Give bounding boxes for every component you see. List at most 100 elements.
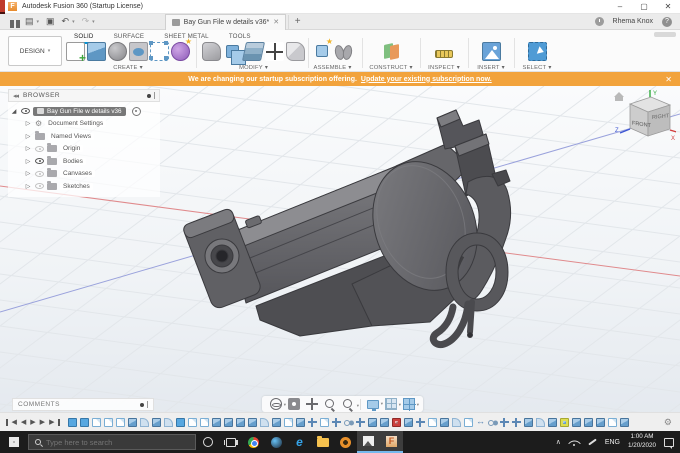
viewports-icon[interactable]: ▾ — [403, 398, 415, 410]
visibility-eye-icon[interactable] — [35, 146, 44, 152]
create-form-icon[interactable] — [171, 42, 190, 61]
tree-row-named-views[interactable]: ▷ Named Views — [10, 130, 160, 143]
timeline-marker-mv[interactable] — [416, 418, 425, 427]
tree-row-document-settings[interactable]: ▷ ⚙ Document Settings — [10, 118, 160, 131]
assemble-group-label[interactable]: ASSEMBLE▾ — [314, 65, 352, 71]
joint-icon[interactable] — [334, 42, 353, 61]
modify-group-label[interactable]: MODIFY▾ — [239, 65, 268, 71]
timeline-marker-fi[interactable] — [140, 418, 149, 427]
timeline-marker-sk[interactable] — [176, 418, 185, 427]
visibility-eye-icon[interactable] — [35, 183, 44, 189]
timeline-marker-pl[interactable] — [200, 418, 209, 427]
document-tab[interactable]: Bay Gun File w details v36* ✕ — [165, 14, 286, 30]
look-at-icon[interactable] — [288, 398, 300, 410]
collapse-panel-icon[interactable]: ◂◂ — [13, 92, 18, 100]
step-forward-icon[interactable]: ▶ — [40, 418, 45, 426]
tree-row-bodies[interactable]: ▷ Bodies — [10, 155, 160, 168]
timeline-marker-fi[interactable] — [260, 418, 269, 427]
language-indicator[interactable]: ENG — [605, 439, 620, 446]
timeline-marker-ex[interactable] — [152, 418, 161, 427]
timeline-marker-mv[interactable] — [356, 418, 365, 427]
redo-icon[interactable]: ↷ — [82, 16, 90, 27]
delete-icon[interactable] — [286, 42, 305, 61]
timeline-marker-fi[interactable] — [452, 418, 461, 427]
display-dot-icon[interactable] — [147, 94, 151, 98]
new-component-icon[interactable] — [316, 45, 328, 57]
timeline-marker-ex[interactable] — [440, 418, 449, 427]
root-document-pill[interactable]: Bay Gun File w details v36 — [33, 107, 126, 116]
undo-icon[interactable]: ↶ — [62, 16, 70, 27]
timeline-marker-ex[interactable] — [380, 418, 389, 427]
go-to-end-bar-icon[interactable] — [58, 419, 60, 426]
expand-icon[interactable]: ▷ — [24, 133, 32, 140]
timeline-marker-ex[interactable] — [368, 418, 377, 427]
photos-button[interactable] — [357, 431, 380, 453]
hidden-icons-chevron-icon[interactable]: ∧ — [556, 438, 561, 446]
clock-datetime[interactable]: 1:00 AM 1/20/2020 — [628, 433, 656, 451]
step-back-icon[interactable]: ◀ — [21, 418, 26, 426]
save-icon[interactable]: ▣ — [46, 16, 55, 27]
select-group-label[interactable]: SELECT▾ — [523, 65, 552, 71]
press-pull-icon[interactable] — [202, 42, 221, 61]
timeline-marker-sel[interactable] — [560, 418, 569, 427]
timeline-marker-mv[interactable] — [308, 418, 317, 427]
insert-group-label[interactable]: INSERT▾ — [477, 65, 504, 71]
grid-settings-icon[interactable]: ▾ — [385, 398, 397, 410]
model-canvas[interactable]: ◂◂ BROWSER ◢ Bay Gun File w details v36 … — [0, 86, 680, 431]
home-view-icon[interactable] — [614, 92, 625, 101]
timeline-marker-pl[interactable] — [284, 418, 293, 427]
timeline-marker-pl[interactable] — [320, 418, 329, 427]
move-icon[interactable] — [265, 42, 284, 61]
new-tab-button[interactable]: + — [288, 15, 306, 29]
timeline-marker-ex[interactable] — [212, 418, 221, 427]
action-center-icon[interactable] — [664, 438, 674, 447]
go-to-end-icon[interactable]: ▶ — [49, 418, 54, 426]
construct-plane-icon[interactable] — [382, 42, 401, 61]
timeline-marker-ex[interactable] — [620, 418, 629, 427]
timeline-marker-pl[interactable] — [188, 418, 197, 427]
user-name[interactable]: Rhema Knox — [613, 18, 653, 25]
timeline-marker-sk[interactable] — [80, 418, 89, 427]
orbit-icon[interactable]: ▾ — [270, 398, 282, 410]
timeline-marker-ex[interactable] — [548, 418, 557, 427]
timeline-marker-ex[interactable] — [524, 418, 533, 427]
help-icon[interactable]: ? — [662, 17, 672, 27]
timeline-marker-ex[interactable] — [404, 418, 413, 427]
timeline-marker-ex[interactable] — [596, 418, 605, 427]
timeline-marker-ex[interactable] — [128, 418, 137, 427]
timeline-marker-err[interactable] — [392, 418, 401, 427]
play-icon[interactable]: ▶ — [30, 418, 35, 426]
expand-icon[interactable]: ▷ — [24, 120, 32, 127]
taskbar-search[interactable] — [28, 434, 196, 450]
display-dot-icon[interactable] — [140, 403, 144, 407]
inspect-group-label[interactable]: INSPECT▾ — [428, 65, 460, 71]
offset-face-icon[interactable] — [242, 42, 265, 61]
timeline-marker-ex[interactable] — [296, 418, 305, 427]
go-to-start-icon[interactable]: ◀ — [12, 418, 17, 426]
pan-icon[interactable] — [306, 398, 318, 410]
drag-handle-icon[interactable] — [147, 401, 148, 408]
construct-group-label[interactable]: CONSTRUCT▾ — [369, 65, 412, 71]
timeline-marker-pl[interactable] — [104, 418, 113, 427]
close-button[interactable]: ✕ — [656, 0, 680, 14]
extrude-icon[interactable] — [87, 42, 106, 61]
timeline-marker-pl[interactable] — [116, 418, 125, 427]
file-explorer-button[interactable] — [311, 431, 334, 453]
measure-icon[interactable] — [435, 50, 453, 58]
tree-row-canvases[interactable]: ▷ Canvases — [10, 168, 160, 181]
create-sketch-icon[interactable] — [66, 42, 85, 61]
drag-handle-icon[interactable] — [154, 92, 155, 99]
zoom-icon[interactable] — [324, 398, 336, 410]
expand-icon[interactable]: ▷ — [24, 183, 32, 190]
go-to-start-bar-icon[interactable] — [6, 419, 8, 426]
workspace-selector[interactable]: DESIGN ▾ — [8, 36, 62, 66]
revolve-icon[interactable] — [108, 42, 127, 61]
comments-panel[interactable]: COMMENTS — [12, 398, 154, 411]
banner-close-icon[interactable]: ✕ — [665, 75, 672, 84]
timeline-marker-fi[interactable] — [536, 418, 545, 427]
edge-button[interactable]: e — [288, 431, 311, 453]
banner-link[interactable]: Update your existing subscription now. — [361, 76, 492, 83]
expand-icon[interactable]: ▷ — [24, 145, 32, 152]
game-app-button[interactable] — [334, 431, 357, 453]
timeline-marker-sk[interactable] — [68, 418, 77, 427]
